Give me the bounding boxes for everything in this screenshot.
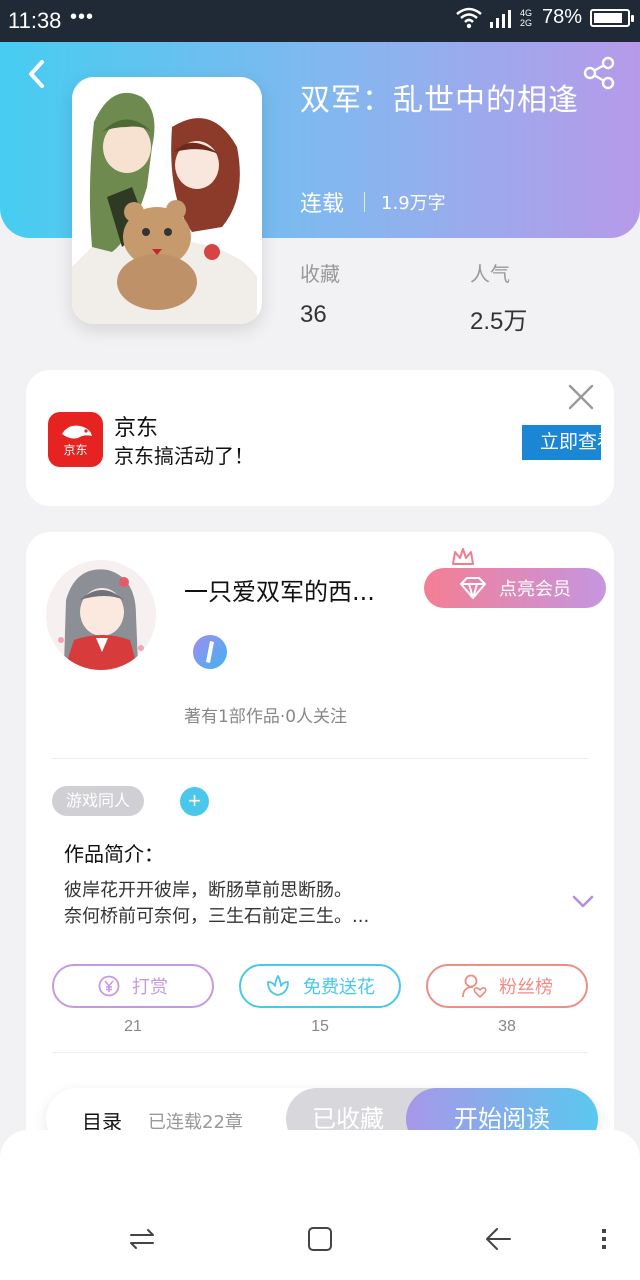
book-title: 双军：乱世中的相逢 [300, 83, 579, 118]
vip-button-label: 点亮会员 [499, 579, 571, 600]
status-bar: 11:38 ••• 4G 2G 78% [0, 0, 640, 42]
system-navigation-bar [0, 1130, 640, 1280]
author-avatar[interactable] [46, 560, 156, 670]
network-bottom: 2G [519, 17, 532, 28]
recent-apps-icon[interactable] [127, 1224, 157, 1254]
intro-line: 奈何桥前可奈何，三生石前定三生。... [64, 906, 370, 927]
stat-favorites: 收藏 36 [300, 258, 340, 329]
stat-value: 36 [300, 301, 327, 328]
serial-status: 连载 [300, 192, 345, 217]
status-notification-dots: ••• [70, 6, 95, 28]
add-tag-button[interactable]: + [180, 787, 209, 816]
cover-illustration [72, 77, 262, 324]
battery-percent: 78% [541, 6, 582, 28]
stat-value: 2.5万 [470, 308, 528, 335]
status-right: 4G 2G 78% [456, 6, 634, 29]
ad-cta-button[interactable]: 立即查看 [522, 425, 601, 460]
fan-count: 38 [498, 1018, 516, 1035]
genre-tag[interactable]: 游戏同人 [52, 786, 145, 816]
status-time: 11:38 [8, 8, 62, 33]
divider [52, 758, 588, 759]
diamond-icon [460, 577, 486, 599]
send-flower-label: 免费送花 [303, 977, 375, 998]
battery-icon [590, 8, 634, 27]
stat-label: 人气 [470, 262, 510, 286]
reward-button[interactable]: 打赏 [52, 964, 214, 1008]
back-icon[interactable] [20, 56, 56, 92]
jd-logo-icon: 京东 [48, 412, 103, 467]
reward-count: 21 [124, 1018, 142, 1035]
jd-logo-text: 京东 [63, 443, 88, 457]
network-top: 4G [519, 7, 532, 18]
jd-dog-icon [62, 425, 92, 439]
home-icon[interactable] [305, 1224, 335, 1254]
send-flower-button[interactable]: 免费送花 [239, 964, 401, 1008]
fan-heart-icon [462, 974, 487, 998]
word-count: 1.9万字 [381, 193, 446, 214]
intro-text[interactable]: 彼岸花开开彼岸，断肠草前思断肠。 奈何桥前可奈何，三生石前定三生。... [64, 878, 424, 930]
intro-title: 作品简介： [64, 842, 164, 866]
flower-count: 15 [311, 1018, 329, 1035]
meta-divider [364, 192, 366, 212]
back-nav-icon[interactable] [483, 1224, 513, 1254]
stat-label: 收藏 [300, 262, 340, 286]
ad-banner[interactable]: 京东 京东 京东搞活动了！ 立即查看 [26, 370, 614, 506]
divider [52, 1052, 588, 1053]
ad-description: 京东搞活动了！ [114, 444, 254, 468]
menu-dots-icon[interactable] [596, 1224, 612, 1254]
level-badge-icon [193, 635, 227, 669]
activate-vip-button[interactable]: 点亮会员 [424, 568, 606, 608]
crown-icon [452, 548, 474, 565]
intro-line: 彼岸花开开彼岸，断肠草前思断肠。 [64, 880, 352, 901]
ad-brand-name: 京东 [114, 416, 159, 441]
flower-icon [267, 975, 289, 996]
avatar-illustration [46, 560, 156, 670]
author-name[interactable]: 一只爱双军的西... [184, 572, 375, 607]
reward-label: 打赏 [132, 977, 168, 998]
fan-ranking-button[interactable]: 粉丝榜 [426, 964, 588, 1008]
yen-icon [98, 975, 120, 997]
book-meta: 连载 1.9万字 [300, 186, 446, 218]
book-cover-image[interactable] [72, 77, 262, 324]
stat-popularity: 人气 2.5万 [470, 258, 527, 336]
author-stats: 著有1部作品·0人关注 [184, 707, 348, 727]
close-icon[interactable] [568, 384, 594, 410]
fan-ranking-label: 粉丝榜 [499, 977, 553, 998]
chevron-down-icon[interactable] [572, 894, 594, 910]
wifi-icon [456, 7, 482, 28]
network-type: 4G 2G [520, 8, 532, 28]
signal-icon [489, 9, 511, 28]
